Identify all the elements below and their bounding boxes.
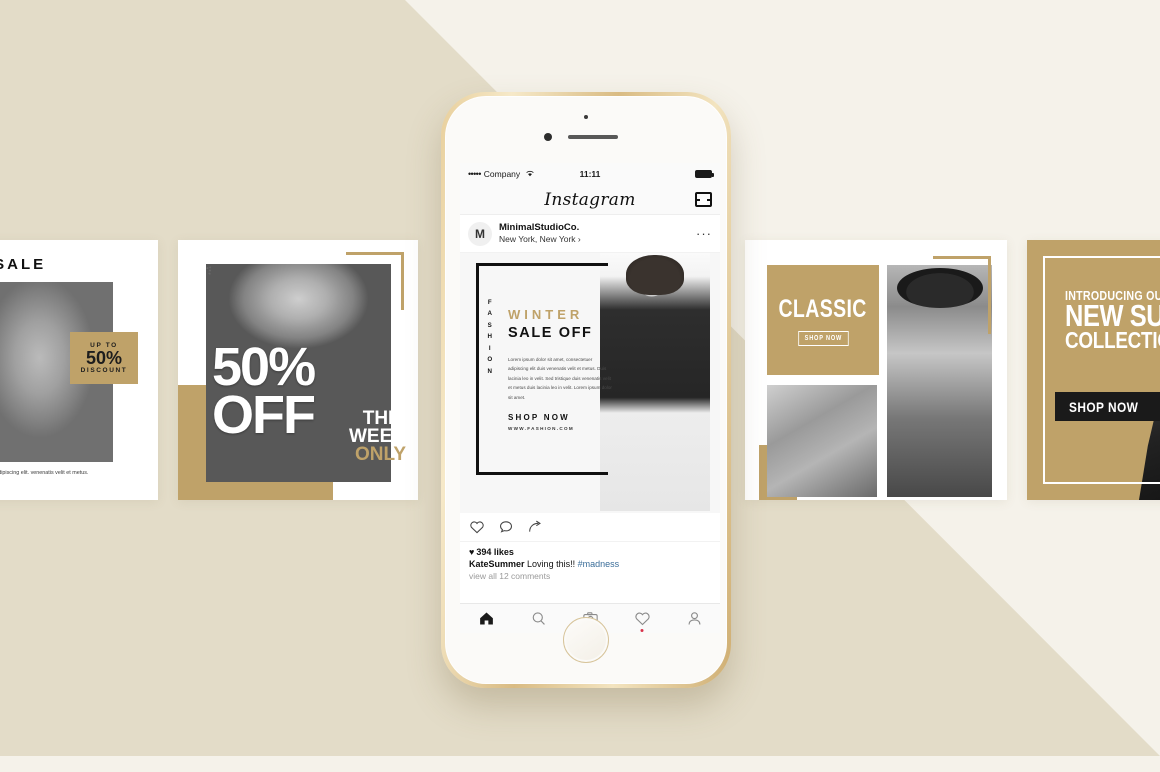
inbox-icon[interactable] bbox=[695, 192, 712, 207]
card1-badge-discount: DISCOUNT bbox=[80, 367, 128, 375]
card2-headline-group: 50% OFF THIS WEEK ONLY bbox=[212, 340, 406, 463]
card-content: INTRODUCING OUR NEW SUIT COLLECTION SHOP… bbox=[1027, 240, 1160, 500]
activity-heart-icon[interactable] bbox=[634, 610, 651, 632]
card1-title: TER SALE bbox=[0, 256, 47, 273]
earpiece-speaker bbox=[568, 135, 618, 139]
card1-body-text: t sit amet, consectetuer adipiscing elit… bbox=[0, 470, 89, 476]
card3-photo-small bbox=[767, 385, 877, 497]
phone-screen: ••••• Company 11:11 Instagram M MinimalS… bbox=[460, 163, 720, 633]
home-icon[interactable] bbox=[478, 610, 495, 627]
front-camera-icon bbox=[584, 115, 588, 119]
promo-card-winter-sale[interactable]: TER SALE UP TO 50% DISCOUNT t sit amet, … bbox=[0, 240, 158, 500]
post-winter-label: WINTER bbox=[508, 307, 584, 322]
card1-badge-percent: 50% bbox=[85, 347, 123, 368]
promo-card-classic[interactable]: CLASSIC SHOP NOW bbox=[745, 240, 1007, 500]
promo-card-new-suit-collection[interactable]: INTRODUCING OUR NEW SUIT COLLECTION SHOP… bbox=[1027, 240, 1160, 500]
status-bar: ••••• Company 11:11 bbox=[460, 163, 720, 185]
card2-sub-only: ONLY bbox=[354, 443, 406, 465]
ellipsis-icon[interactable]: ··· bbox=[696, 226, 712, 241]
heart-filled-icon: ♥ bbox=[469, 547, 475, 557]
post-caption-block: ♥ 394 likes KateSummer Loving this!! #mad… bbox=[460, 541, 720, 586]
post-header: M MinimalStudioCo. New York, New York › … bbox=[460, 215, 720, 253]
home-button[interactable] bbox=[563, 617, 609, 663]
phone-body: ••••• Company 11:11 Instagram M MinimalS… bbox=[445, 96, 727, 684]
post-sale-off-label: SALE OFF bbox=[508, 325, 593, 341]
card4-headline-line2: COLLECTION bbox=[1065, 326, 1160, 353]
card1-discount-badge: UP TO 50% DISCOUNT bbox=[70, 332, 138, 384]
notification-dot bbox=[640, 629, 644, 632]
heart-icon[interactable] bbox=[469, 519, 485, 535]
post-model-hair-detail bbox=[626, 255, 684, 295]
card3-gold-corner-frame bbox=[933, 256, 991, 334]
caption-text: Loving this!! bbox=[527, 559, 576, 569]
card4-headline-line1: NEW SUIT bbox=[1065, 298, 1160, 333]
search-icon[interactable] bbox=[530, 610, 547, 627]
card4-shop-now-button[interactable]: SHOP NOW bbox=[1055, 392, 1160, 421]
card2-subheadline-group: THIS WEEK ONLY bbox=[349, 409, 406, 465]
post-body-text: Lorem ipsum dolor sit amet, consectetuer… bbox=[508, 357, 612, 400]
likes-count: ♥ 394 likes bbox=[469, 547, 711, 557]
proximity-sensor-icon bbox=[544, 133, 552, 141]
post-shop-now-label[interactable]: SHOP NOW bbox=[508, 413, 570, 422]
card3-title-block: CLASSIC SHOP NOW bbox=[767, 265, 879, 375]
share-icon[interactable] bbox=[527, 519, 543, 535]
caption-line: KateSummer Loving this!! #madness bbox=[469, 559, 711, 569]
app-header: Instagram bbox=[460, 185, 720, 215]
caption-hashtag[interactable]: #madness bbox=[578, 559, 620, 569]
profile-person-icon[interactable] bbox=[686, 610, 703, 627]
battery-icon bbox=[695, 170, 714, 178]
post-actions bbox=[460, 513, 720, 541]
wifi-icon bbox=[525, 169, 535, 179]
instagram-logo: Instagram bbox=[544, 189, 636, 210]
view-comments-link[interactable]: view all 12 comments bbox=[469, 571, 711, 581]
phone-mockup: ••••• Company 11:11 Instagram M MinimalS… bbox=[441, 92, 731, 688]
signal-dots-icon: ••••• bbox=[468, 169, 481, 179]
post-vertical-fashion-label: FASHION bbox=[487, 299, 493, 375]
card-content: 50% OFF THIS WEEK ONLY bbox=[178, 240, 418, 500]
post-meta: MinimalStudioCo. New York, New York › bbox=[499, 222, 581, 245]
caption-username[interactable]: KateSummer bbox=[469, 559, 525, 569]
card2-gold-corner-frame bbox=[346, 252, 404, 310]
card4-headline-group: INTRODUCING OUR NEW SUIT COLLECTION bbox=[1065, 288, 1160, 351]
avatar[interactable]: M bbox=[468, 221, 492, 246]
post-image[interactable]: FASHION WINTER SALE OFF Lorem ipsum dolo… bbox=[460, 253, 720, 513]
likes-label: 394 likes bbox=[476, 547, 514, 557]
post-username[interactable]: MinimalStudioCo. bbox=[499, 222, 581, 234]
card-content: TER SALE UP TO 50% DISCOUNT t sit amet, … bbox=[0, 240, 158, 500]
card3-title: CLASSIC bbox=[778, 294, 868, 323]
promo-card-fifty-off[interactable]: 50% OFF THIS WEEK ONLY bbox=[178, 240, 418, 500]
post-website-label: WWW.FASHION.COM bbox=[508, 426, 574, 431]
card4-shop-now-label: SHOP NOW bbox=[1069, 398, 1139, 415]
comment-icon[interactable] bbox=[498, 519, 514, 535]
card-content: CLASSIC SHOP NOW bbox=[745, 240, 1007, 500]
carrier-label: Company bbox=[483, 169, 521, 179]
post-location[interactable]: New York, New York › bbox=[499, 234, 581, 245]
card3-shop-now-button[interactable]: SHOP NOW bbox=[797, 330, 849, 346]
